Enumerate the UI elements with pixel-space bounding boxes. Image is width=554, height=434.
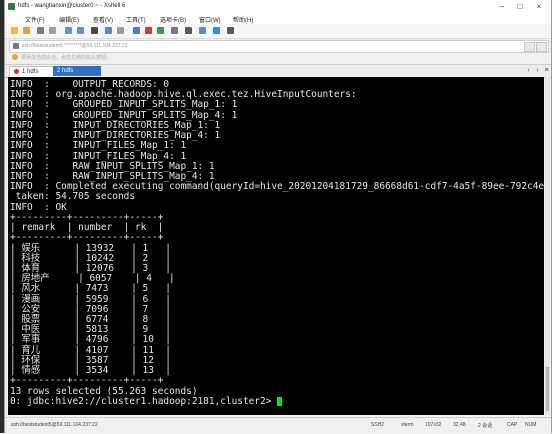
lock-icon[interactable]	[185, 27, 192, 34]
terminal-output: INFO : OUTPUT_RECORDS: 0 INFO : org.apac…	[10, 79, 544, 397]
search-icon[interactable]	[91, 27, 98, 34]
terminal-prompt: 0: jdbc:hive2://cluster1.hadoop:2181,clu…	[10, 395, 278, 407]
hint-icon	[12, 54, 18, 60]
xftp-icon[interactable]	[145, 27, 152, 34]
globe-icon[interactable]	[133, 27, 140, 34]
fullscreen-icon[interactable]	[105, 27, 112, 34]
tab-scroll-left-icon[interactable]: ‹	[525, 67, 532, 75]
compose-icon[interactable]	[213, 27, 220, 34]
scrollbar-thumb[interactable]	[546, 367, 549, 411]
status-size: 107x32	[425, 422, 442, 428]
new-session-icon[interactable]	[11, 27, 18, 34]
tab-menu-icon[interactable]: ≡	[543, 67, 550, 75]
minimize-button[interactable]: –	[495, 1, 509, 12]
status-sessions: 2 会话	[478, 423, 493, 429]
menu-tabs[interactable]: 选项卡(B)	[160, 15, 186, 24]
close-button[interactable]: ×	[532, 1, 546, 12]
menu-file[interactable]: 文件(F)	[25, 15, 45, 24]
title-bar: hdfs - wangtianxin@cluster0:~ - Xshell 6…	[5, 0, 551, 13]
font-icon[interactable]	[171, 27, 178, 34]
menu-help[interactable]: 帮助(H)	[233, 15, 253, 24]
xshell-window: hdfs - wangtianxin@cluster0:~ - Xshell 6…	[4, 0, 552, 434]
app-icon	[8, 3, 15, 10]
keyboard-icon[interactable]	[199, 27, 206, 34]
session-hint: 要添加当前会话，点击左侧的箭头按钮。	[9, 52, 547, 62]
menu-edit[interactable]: 编辑(E)	[59, 15, 79, 24]
status-caps: CAP	[507, 422, 518, 428]
address-text[interactable]: ssh://beststudent5:*********@59.111.104.…	[22, 43, 128, 49]
tab-2[interactable]: 2 hdfs	[53, 66, 101, 76]
address-icon	[13, 43, 19, 49]
hint-text: 要添加当前会话，点击左侧的箭头按钮。	[21, 55, 112, 61]
address-dropdown-button[interactable]	[536, 42, 547, 52]
status-cursor: 32,48	[453, 422, 466, 428]
status-protocol: SSH2	[371, 422, 385, 428]
tab-scroll-right-icon[interactable]: ›	[534, 67, 541, 75]
print-icon[interactable]	[117, 27, 124, 34]
maximize-button[interactable]: □	[513, 1, 527, 12]
status-connection: ssh://beststudent5@59.111.104.237:22	[11, 422, 98, 428]
menu-tools[interactable]: 工具(T)	[126, 15, 146, 24]
vertical-scrollbar[interactable]	[545, 77, 550, 415]
toolbar	[5, 24, 551, 39]
status-terminal-type: xterm	[401, 422, 414, 428]
xftp-transfer-icon[interactable]	[157, 27, 164, 34]
address-go-button[interactable]	[524, 42, 535, 52]
status-num: NUM	[525, 422, 537, 428]
menu-window[interactable]: 窗口(W)	[199, 15, 221, 24]
session-status-icon	[14, 68, 19, 74]
disconnect-icon[interactable]	[49, 27, 56, 34]
tab-1-label: 1 hdfs	[22, 69, 39, 75]
terminal[interactable]: INFO : OUTPUT_RECORDS: 0 INFO : org.apac…	[8, 77, 544, 415]
menu-bar: 文件(F) 编辑(E) 查看(V) 工具(T) 选项卡(B) 窗口(W) 帮助(…	[5, 13, 551, 24]
tab-2-label: 2 hdfs	[57, 68, 74, 74]
help-icon[interactable]	[227, 27, 234, 34]
tab-1[interactable]: 1 hdfs	[9, 66, 59, 77]
terminal-text: INFO : OUTPUT_RECORDS: 0 INFO : org.apac…	[10, 79, 544, 407]
tab-bar: 1 hdfs 2 hdfs ‹ › ≡	[5, 64, 551, 78]
paste-icon[interactable]	[77, 27, 84, 34]
window-title: hdfs - wangtianxin@cluster0:~ - Xshell 6	[18, 3, 126, 9]
cursor	[277, 396, 283, 406]
open-folder-icon[interactable]	[23, 27, 30, 34]
copy-icon[interactable]	[65, 27, 72, 34]
status-bar: ssh://beststudent5@59.111.104.237:22 SSH…	[5, 417, 551, 434]
link-icon[interactable]	[37, 27, 44, 34]
menu-view[interactable]: 查看(V)	[93, 15, 113, 24]
